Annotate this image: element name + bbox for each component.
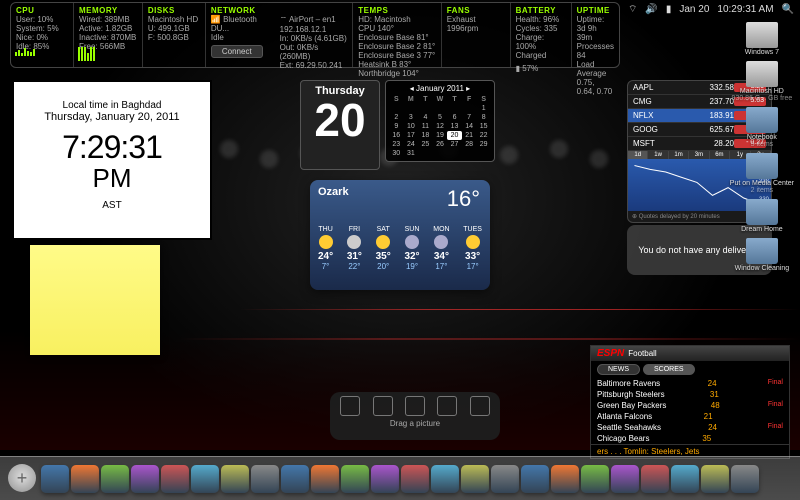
date-number: 20 xyxy=(305,97,375,143)
istat-cpu: CPU User: 10%System: 5%Nice: 0%Idle: 85% xyxy=(11,3,74,67)
pic-target-icon[interactable] xyxy=(437,396,457,416)
dock-app[interactable] xyxy=(491,465,519,493)
dock-app[interactable] xyxy=(161,465,189,493)
stocks-tab[interactable]: 1d xyxy=(628,151,648,159)
dock-app[interactable] xyxy=(41,465,69,493)
espn-widget[interactable]: ESPNFootball NEWS SCORES Baltimore Raven… xyxy=(590,345,790,459)
stocks-tab[interactable]: 1m xyxy=(669,151,689,159)
sticky-note-widget[interactable] xyxy=(30,245,160,355)
espn-game-row[interactable]: Green Bay Packers48Final xyxy=(591,400,789,411)
espn-game-row[interactable]: Atlanta Falcons21 xyxy=(591,411,789,422)
dock-app[interactable] xyxy=(731,465,759,493)
desktop-icon[interactable]: Windows 7 xyxy=(730,22,794,56)
desktop-icon[interactable]: Dream Home xyxy=(730,199,794,233)
pic-crop-icon[interactable] xyxy=(470,396,490,416)
dock-app[interactable] xyxy=(671,465,699,493)
pic-camera-icon[interactable] xyxy=(405,396,425,416)
dock-app[interactable] xyxy=(401,465,429,493)
dock-app[interactable] xyxy=(371,465,399,493)
desktop-icon[interactable]: Window Cleaning xyxy=(730,238,794,272)
world-clock-widget[interactable]: Local time in Baghdad Thursday, January … xyxy=(12,80,212,240)
dock-app[interactable] xyxy=(311,465,339,493)
dock-app[interactable] xyxy=(581,465,609,493)
menubar-time[interactable]: 10:29:31 AM xyxy=(717,4,773,15)
espn-tab-news[interactable]: NEWS xyxy=(597,364,640,375)
dock-app[interactable] xyxy=(71,465,99,493)
battery-icon[interactable]: ▮ xyxy=(666,4,672,15)
istat-network: NETWORK 📶 Bluetooth DU... Idle Connect ⌔… xyxy=(206,3,353,67)
dock-app[interactable] xyxy=(641,465,669,493)
pic-display-icon[interactable] xyxy=(340,396,360,416)
picbar-label: Drag a picture xyxy=(334,419,496,428)
weather-day: TUES33°17° xyxy=(463,226,482,271)
dock-app[interactable] xyxy=(551,465,579,493)
dock-app[interactable] xyxy=(191,465,219,493)
clock-tz: AST xyxy=(20,200,204,211)
desktop-icon[interactable]: Notebook5 items xyxy=(730,107,794,148)
desktop-icon[interactable]: Macintosh HD930.86 G... GB free xyxy=(730,61,794,102)
clock-time: 7:29:31 xyxy=(20,131,204,163)
weather-day: SAT35°20° xyxy=(376,226,391,271)
espn-logo: ESPN xyxy=(597,348,624,359)
dock-app[interactable] xyxy=(521,465,549,493)
istat-memory: MEMORY Wired: 389MBActive: 1.82GBInactiv… xyxy=(74,3,143,67)
desktop-icon[interactable]: Put on Media Center2 items xyxy=(730,153,794,194)
clock-date: Thursday, January 20, 2011 xyxy=(20,111,204,123)
weather-widget[interactable]: Ozark 16° THU24°7°FRI31°22°SAT35°20°SUN3… xyxy=(310,180,490,290)
dock[interactable] xyxy=(0,456,800,500)
picture-frame-widget[interactable]: Drag a picture xyxy=(330,392,500,440)
espn-tab-scores[interactable]: SCORES xyxy=(643,364,695,375)
pic-clock-icon[interactable] xyxy=(373,396,393,416)
espn-game-row[interactable]: Chicago Bears35 xyxy=(591,433,789,444)
weather-day: THU24°7° xyxy=(318,226,333,271)
weather-day: FRI31°22° xyxy=(347,226,362,271)
espn-game-row[interactable]: Baltimore Ravens24Final xyxy=(591,378,789,389)
istat-fans: FANS Exhaust 1996rpm xyxy=(442,3,511,67)
weather-day: MON34°17° xyxy=(433,226,449,271)
cal-next-icon[interactable]: ▸ xyxy=(466,84,470,93)
dock-app[interactable] xyxy=(221,465,249,493)
menubar-date[interactable]: Jan 20 xyxy=(679,4,709,15)
stocks-tab[interactable]: 6m xyxy=(710,151,730,159)
volume-icon[interactable]: 🔊 xyxy=(645,4,657,15)
dock-app[interactable] xyxy=(251,465,279,493)
dock-app[interactable] xyxy=(341,465,369,493)
calendar-grid: SMTWTFS123456789101112131415161718192021… xyxy=(389,95,491,158)
calendar-widget[interactable]: ◂ January 2011 ▸ SMTWTFS1234567891011121… xyxy=(385,80,495,162)
dock-app[interactable] xyxy=(611,465,639,493)
weather-temp: 16° xyxy=(447,186,480,212)
dock-app[interactable] xyxy=(431,465,459,493)
clock-location: Local time in Baghdad xyxy=(20,100,204,111)
espn-game-row[interactable]: Pittsburgh Steelers31 xyxy=(591,389,789,400)
istat-panel: CPU User: 10%System: 5%Nice: 0%Idle: 85%… xyxy=(10,2,620,68)
weather-day: SUN32°19° xyxy=(404,226,419,271)
wifi-icon[interactable]: ⌔ xyxy=(628,3,637,16)
connect-button[interactable]: Connect xyxy=(211,45,263,58)
istat-disks: DISKS Macintosh HDU: 499.1GBF: 500.8GB xyxy=(143,3,206,67)
istat-battery: BATTERY Health: 96%Cycles: 335Charge: 10… xyxy=(511,3,572,67)
dock-app[interactable] xyxy=(461,465,489,493)
date-widget[interactable]: Thursday 20 xyxy=(300,80,380,170)
dock-app[interactable] xyxy=(101,465,129,493)
dock-app[interactable] xyxy=(131,465,159,493)
dock-app[interactable] xyxy=(701,465,729,493)
stocks-tab[interactable]: 3m xyxy=(689,151,709,159)
spotlight-icon[interactable]: 🔍 xyxy=(782,4,794,15)
clock-ampm: PM xyxy=(20,163,204,194)
stocks-tab[interactable]: 1w xyxy=(648,151,668,159)
istat-uptime: UPTIME Uptime:3d 9h 39mProcesses84Load A… xyxy=(572,3,619,67)
cal-prev-icon[interactable]: ◂ xyxy=(410,84,414,93)
dock-app[interactable] xyxy=(281,465,309,493)
istat-temps: TEMPS HD: MacintoshCPU 140°Enclosure Bas… xyxy=(353,3,442,67)
menubar: ⌔ 🔊 ▮ Jan 20 10:29:31 AM 🔍 xyxy=(622,0,800,18)
cal-month: January 2011 xyxy=(416,84,464,93)
espn-game-row[interactable]: Seattle Seahawks24Final xyxy=(591,422,789,433)
